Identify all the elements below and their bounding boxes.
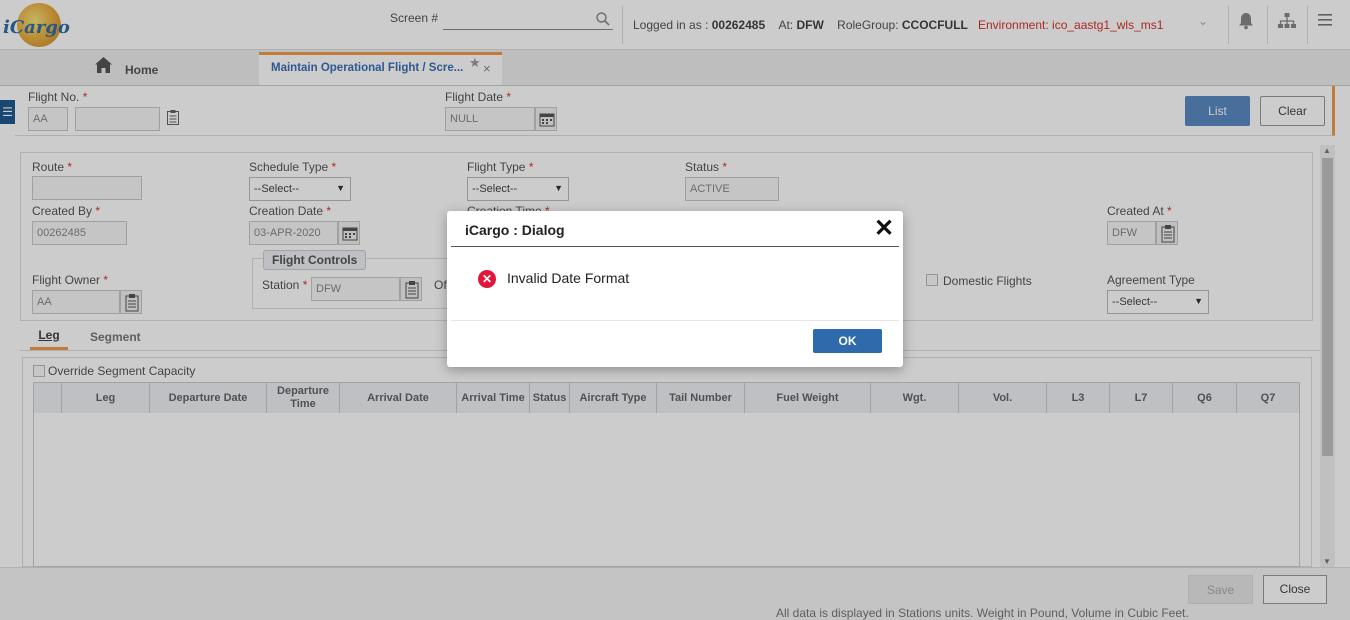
dialog-header-divider — [451, 246, 899, 247]
dialog-footer-divider — [451, 320, 899, 321]
dialog-close-icon[interactable]: ✕ — [874, 217, 894, 241]
ok-button[interactable]: OK — [813, 329, 882, 353]
error-icon: ✕ — [478, 270, 496, 288]
dialog-title: iCargo : Dialog — [465, 222, 565, 238]
dialog-message: Invalid Date Format — [507, 270, 630, 286]
